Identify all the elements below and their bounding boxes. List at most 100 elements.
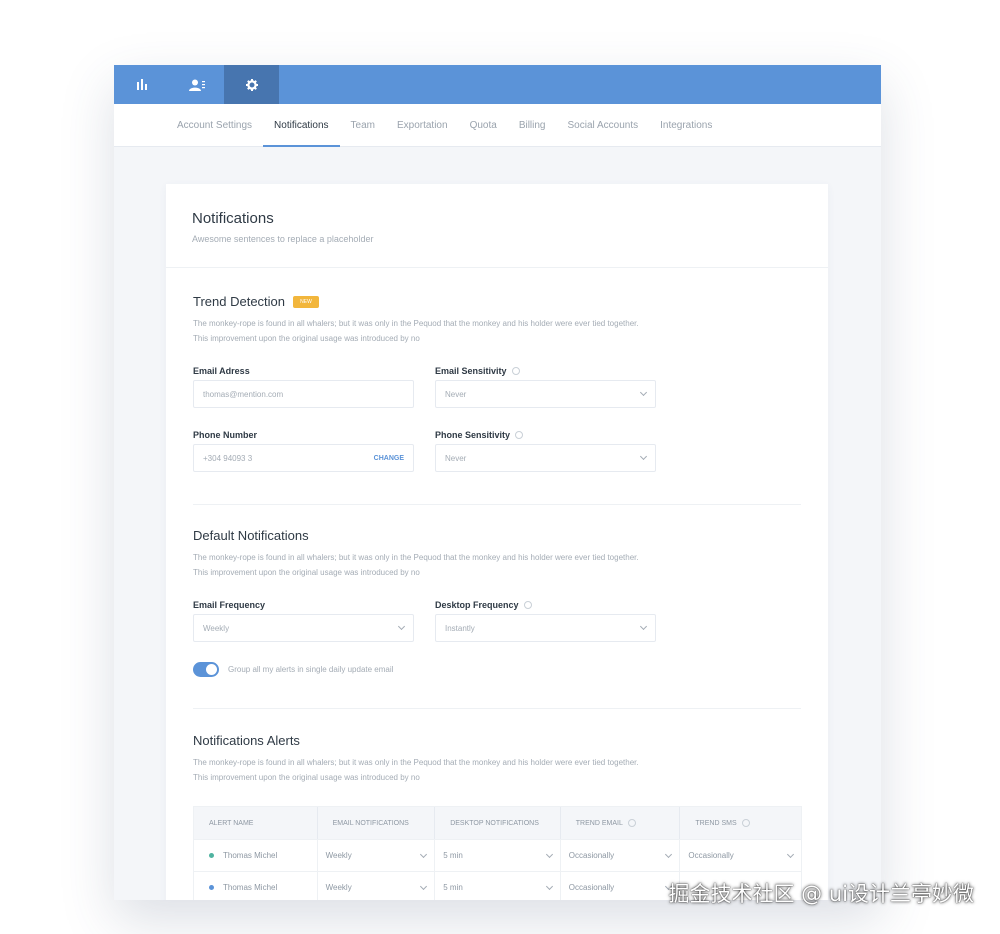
trend-email-value: Occasionally — [568, 851, 615, 860]
help-icon[interactable] — [511, 367, 520, 375]
section-divider — [193, 708, 801, 709]
trend-detection-description: The monkey-rope is found in all whalers;… — [193, 316, 801, 346]
column-header-trend-sms[interactable]: TREND SMS — [680, 807, 801, 839]
trend-email-select[interactable]: Occasionally — [568, 850, 673, 860]
email-notifications-cell[interactable]: Weekly — [318, 840, 436, 871]
table-row: Thomas Michel Weekly 5 min Occasionally … — [194, 839, 801, 871]
desktop-notifications-value: 5 min — [443, 851, 463, 860]
email-address-input[interactable]: thomas@mention.com — [193, 380, 414, 408]
notifications-alerts-description: The monkey-rope is found in all whalers;… — [193, 755, 801, 785]
help-icon[interactable] — [741, 819, 750, 827]
alert-name: Thomas Michel — [223, 883, 278, 892]
change-phone-button[interactable]: CHANGE — [374, 455, 404, 462]
email-frequency-select[interactable]: Weekly — [193, 614, 414, 642]
email-sensitivity-field: Email Sensitivity Never — [435, 366, 656, 408]
column-header-trend-email[interactable]: TREND EMAIL — [561, 807, 681, 839]
alerts-desc-line-1: The monkey-rope is found in all whalers;… — [193, 758, 639, 767]
email-notifications-value: Weekly — [325, 883, 352, 892]
default-notifications-section: Default Notifications The monkey-rope is… — [193, 528, 801, 580]
trend-detection-title: Trend Detection NEW — [193, 294, 801, 309]
trend-sms-select[interactable]: Occasionally — [688, 850, 795, 860]
card-header: Notifications Awesome sentences to repla… — [166, 184, 828, 268]
notifications-alerts-section: Notifications Alerts The monkey-rope is … — [193, 733, 801, 785]
chevron-down-icon — [545, 850, 553, 858]
tab-notifications[interactable]: Notifications — [263, 104, 340, 147]
email-sensitivity-value: Never — [445, 389, 467, 399]
trend-sms-cell[interactable]: Occasionally — [680, 840, 801, 871]
email-notifications-select[interactable]: Weekly — [325, 850, 428, 860]
table-header: ALERT NAME EMAIL NOTIFICATIONS DESKTOP N… — [194, 807, 801, 839]
trend-email-select[interactable]: Occasionally — [568, 882, 673, 892]
default-notifications-title: Default Notifications — [193, 528, 309, 543]
chevron-down-icon — [420, 850, 428, 858]
watermark-text: 掘金技术社区 @ ui设计兰亭妙微 — [668, 882, 975, 906]
default-notifications-description: The monkey-rope is found in all whalers;… — [193, 550, 801, 580]
help-icon[interactable] — [515, 431, 524, 439]
trend-email-cell[interactable]: Occasionally — [561, 840, 681, 871]
group-alerts-row: Group all my alerts in single daily upda… — [193, 662, 393, 677]
tab-exportation[interactable]: Exportation — [386, 104, 459, 146]
phone-number-input[interactable]: +304 94093 3 CHANGE — [193, 444, 414, 472]
desktop-notifications-value: 5 min — [443, 883, 463, 892]
email-sensitivity-select[interactable]: Never — [435, 380, 656, 408]
alert-name-cell: Thomas Michel — [194, 840, 318, 871]
email-notifications-select[interactable]: Weekly — [325, 882, 428, 892]
trend-detection-section: Trend Detection NEW The monkey-rope is f… — [193, 294, 801, 346]
phone-number-field: Phone Number +304 94093 3 CHANGE — [193, 430, 414, 472]
tab-quota[interactable]: Quota — [459, 104, 508, 146]
desktop-frequency-select[interactable]: Instantly — [435, 614, 656, 642]
email-address-field: Email Adress thomas@mention.com — [193, 366, 414, 408]
status-dot — [209, 853, 214, 858]
chevron-down-icon — [420, 882, 428, 890]
email-address-value: thomas@mention.com — [203, 389, 284, 399]
stats-nav-button[interactable] — [114, 65, 169, 104]
gear-icon — [245, 78, 258, 91]
trend-email-value: Occasionally — [568, 883, 615, 892]
app-window: Account Settings Notifications Team Expo… — [114, 65, 881, 900]
tab-billing[interactable]: Billing — [508, 104, 557, 146]
default-desc-line-1: The monkey-rope is found in all whalers;… — [193, 553, 639, 562]
tab-account-settings[interactable]: Account Settings — [166, 104, 263, 146]
desktop-notifications-cell[interactable]: 5 min — [435, 872, 561, 900]
desktop-frequency-label-text: Desktop Frequency — [435, 600, 519, 610]
settings-nav-button[interactable] — [224, 65, 279, 104]
phone-sensitivity-select[interactable]: Never — [435, 444, 656, 472]
phone-sensitivity-label: Phone Sensitivity — [435, 430, 524, 440]
settings-tabs: Account Settings Notifications Team Expo… — [114, 104, 881, 147]
email-notifications-value: Weekly — [325, 851, 352, 860]
tab-integrations[interactable]: Integrations — [649, 104, 723, 146]
chevron-down-icon — [786, 850, 795, 858]
column-header-email-notifications[interactable]: EMAIL NOTIFICATIONS — [318, 807, 436, 839]
desktop-notifications-select[interactable]: 5 min — [443, 882, 553, 892]
new-badge: NEW — [293, 295, 320, 308]
trend-detection-heading: Trend Detection — [193, 294, 286, 309]
phone-number-label: Phone Number — [193, 430, 258, 440]
email-frequency-value: Weekly — [203, 623, 230, 633]
desktop-notifications-select[interactable]: 5 min — [443, 850, 553, 860]
column-header-desktop-notifications[interactable]: DESKTOP NOTIFICATIONS — [435, 807, 561, 839]
chevron-down-icon — [545, 882, 553, 890]
notifications-card: Notifications Awesome sentences to repla… — [166, 184, 828, 900]
page-subtitle: Awesome sentences to replace a placehold… — [192, 234, 374, 244]
phone-sensitivity-field: Phone Sensitivity Never — [435, 430, 656, 472]
desktop-frequency-label: Desktop Frequency — [435, 600, 532, 610]
email-notifications-cell[interactable]: Weekly — [318, 872, 436, 900]
chevron-down-icon — [639, 388, 648, 397]
email-frequency-label: Email Frequency — [193, 600, 266, 610]
trend-email-cell[interactable]: Occasionally — [561, 872, 681, 900]
email-address-label: Email Adress — [193, 366, 250, 376]
help-icon[interactable] — [523, 601, 532, 609]
default-desc-line-2: This improvement upon the original usage… — [193, 568, 420, 577]
tab-team[interactable]: Team — [340, 104, 386, 146]
users-nav-button[interactable] — [169, 65, 224, 104]
column-header-trend-sms-text: TREND SMS — [695, 819, 737, 827]
alert-name: Thomas Michel — [223, 851, 278, 860]
chevron-down-icon — [665, 850, 673, 858]
column-header-alert-name[interactable]: ALERT NAME — [194, 807, 318, 839]
section-divider — [193, 504, 801, 505]
desktop-frequency-value: Instantly — [445, 623, 475, 633]
desktop-notifications-cell[interactable]: 5 min — [435, 840, 561, 871]
help-icon[interactable] — [627, 819, 636, 827]
group-alerts-toggle[interactable] — [193, 662, 219, 677]
tab-social-accounts[interactable]: Social Accounts — [557, 104, 650, 146]
